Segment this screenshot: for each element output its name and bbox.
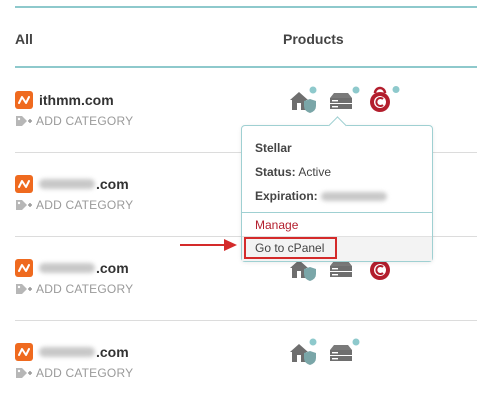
add-category-link[interactable]: ADD CATEGORY [15, 366, 133, 380]
server-rack-icon[interactable] [328, 86, 360, 119]
expiration-label: Expiration: [255, 189, 318, 203]
hosting-house-shield-icon[interactable] [288, 86, 318, 119]
server-rack-icon[interactable] [328, 338, 360, 371]
namecheap-logo-icon [15, 91, 33, 109]
column-header-all[interactable]: All [15, 31, 33, 47]
ssl-lock-icon[interactable] [368, 86, 402, 119]
cpanel-row: Go to cPanel [242, 236, 432, 261]
redacted-expiration-date [321, 192, 388, 202]
status-value: Active [298, 165, 332, 179]
add-category-link[interactable]: ADD CATEGORY [15, 114, 133, 128]
add-category-label: ADD CATEGORY [36, 198, 134, 212]
tag-plus-icon [16, 116, 32, 126]
namecheap-logo-icon [15, 175, 33, 193]
tag-plus-icon [16, 200, 32, 210]
annotation-arrow-icon [180, 239, 237, 251]
product-status: Status: Active [255, 165, 331, 179]
product-expiration: Expiration: [255, 189, 388, 203]
domain-line[interactable]: ithmm.com [15, 90, 114, 110]
domain-name[interactable]: .com [96, 176, 129, 192]
manage-link[interactable]: Manage [255, 218, 298, 232]
add-category-label: ADD CATEGORY [36, 114, 134, 128]
namecheap-logo-icon [15, 259, 33, 277]
namecheap-logo-icon [15, 343, 33, 361]
domain-line[interactable]: .com [15, 174, 129, 194]
domain-line[interactable]: .com [15, 342, 129, 362]
add-category-label: ADD CATEGORY [36, 366, 134, 380]
product-title: Stellar [255, 141, 292, 155]
domain-line[interactable]: .com [15, 258, 129, 278]
status-label: Status: [255, 165, 296, 179]
tag-plus-icon [16, 368, 32, 378]
column-header-products: Products [283, 31, 344, 47]
table-header: All Products [15, 8, 477, 68]
domain-name[interactable]: .com [96, 344, 129, 360]
domain-name[interactable]: ithmm.com [39, 92, 114, 108]
go-to-cpanel-link[interactable]: Go to cPanel [244, 237, 337, 259]
redacted-domain-prefix [39, 179, 95, 189]
add-category-link[interactable]: ADD CATEGORY [15, 282, 133, 296]
add-category-link[interactable]: ADD CATEGORY [15, 198, 133, 212]
redacted-domain-prefix [39, 347, 95, 357]
add-category-label: ADD CATEGORY [36, 282, 134, 296]
redacted-domain-prefix [39, 263, 95, 273]
domain-name[interactable]: .com [96, 260, 129, 276]
popover-divider [242, 212, 432, 213]
domain-row: .com ADD CATEGORY [15, 321, 477, 404]
product-details-popover: Stellar Status: Active Expiration: Manag… [241, 116, 433, 262]
tag-plus-icon [16, 284, 32, 294]
hosting-house-shield-icon[interactable] [288, 338, 318, 371]
